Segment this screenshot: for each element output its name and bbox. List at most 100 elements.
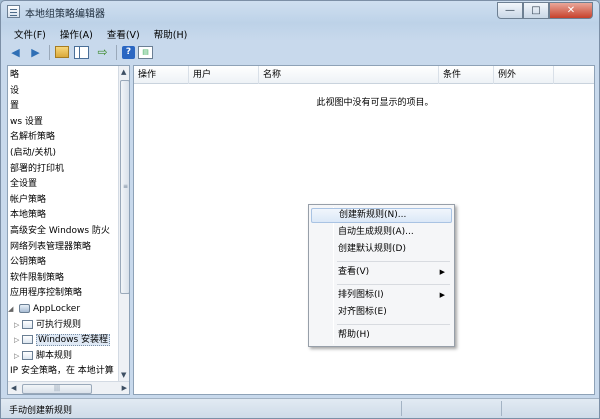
tree-item-label: 全设置 [10, 179, 38, 190]
grip-icon: ≡ [123, 183, 129, 190]
show-hide-tree-icon[interactable] [74, 45, 89, 59]
tree-item[interactable]: 本地策略 [8, 208, 118, 224]
tree-item[interactable]: 名解析策略 [8, 130, 118, 146]
expand-icon[interactable]: ▷ [14, 333, 22, 349]
tree-item-executable-rules[interactable]: ▷ 可执行规则 [8, 318, 118, 334]
menu-separator [337, 284, 450, 285]
tree-item[interactable]: 全设置 [8, 177, 118, 193]
collapse-icon[interactable]: ◢ [8, 302, 16, 318]
tree-item[interactable]: (启动/关机) [8, 146, 118, 162]
menu-view[interactable]: 查看(V) [100, 26, 147, 42]
folder-up-icon[interactable] [55, 46, 69, 58]
expand-icon[interactable]: ▷ [14, 349, 22, 365]
tree-item-label: AppLocker [33, 303, 81, 314]
tree-item[interactable]: 网络列表管理器策略 [8, 240, 118, 256]
group-policy-editor-window: 本地组策略编辑器 — □ ✕ 文件(F) 操作(A) 查看(V) 帮助(H) ◀… [0, 0, 600, 419]
submenu-arrow-icon: ▶ [439, 291, 445, 299]
rule-collection-icon [22, 335, 33, 345]
tree-item-ip-security[interactable]: IP 安全策略，在 本地计算 [8, 364, 118, 380]
tree-item-label: 名解析策略 [10, 132, 56, 143]
tree-list: 略 设 置 ws 设置 名解析策略 (启动/关机) 部署的打印机 全设置 帐户策… [8, 68, 118, 380]
tree-item-label: 高级安全 Windows 防火 [10, 225, 110, 236]
menu-action[interactable]: 操作(A) [53, 26, 100, 42]
tree-item[interactable]: ws 设置 [8, 115, 118, 131]
scroll-up-icon[interactable]: ▲ [121, 68, 126, 76]
properties-icon[interactable]: ▤ [138, 45, 153, 59]
tree-item-label: 略 [10, 70, 20, 80]
tree-item-label: (启动/关机) [10, 147, 57, 158]
toolbar-separator [116, 44, 117, 60]
scroll-down-icon[interactable]: ▼ [121, 371, 126, 379]
tree-item[interactable]: 略 [8, 68, 118, 84]
expand-icon[interactable]: ▷ [14, 318, 22, 334]
tree-item-label: ws 设置 [10, 116, 43, 127]
tree-item-label: 本地策略 [10, 210, 47, 221]
menu-item-arrange-icons[interactable]: 排列图标(I) ▶ [311, 288, 452, 303]
close-button[interactable]: ✕ [549, 2, 593, 19]
menu-separator [337, 324, 450, 325]
tree-item-label: 可执行规则 [36, 319, 82, 330]
rule-collection-icon [22, 319, 33, 329]
tree-item[interactable]: 设 [8, 84, 118, 100]
applocker-icon [19, 303, 30, 313]
tree-horizontal-scrollbar[interactable]: ◀ ||| ▶ [8, 381, 129, 394]
menu-item-auto-generate-rules[interactable]: 自动生成规则(A)... [311, 225, 452, 240]
app-icon [7, 5, 20, 18]
toolbar: ◀ ▶ ⇨ ? ▤ [7, 42, 156, 62]
tree-item-label: 脚本规则 [36, 350, 73, 361]
status-divider [401, 401, 402, 416]
tree-item-script-rules[interactable]: ▷ 脚本规则 [8, 349, 118, 365]
tree-item[interactable]: 高级安全 Windows 防火 [8, 224, 118, 240]
menu-item-view[interactable]: 查看(V) ▶ [311, 265, 452, 280]
context-menu: 创建新规则(N)... 自动生成规则(A)... 创建默认规则(D) 查看(V)… [308, 204, 455, 347]
tree-item-label: 部署的打印机 [10, 163, 65, 174]
tree-item-label: 公钥策略 [10, 257, 47, 268]
tree-item[interactable]: 部署的打印机 [8, 162, 118, 178]
tree-item[interactable]: 应用程序控制策略 [8, 286, 118, 302]
menu-separator [337, 261, 450, 262]
help-icon[interactable]: ? [122, 45, 135, 59]
maximize-button[interactable]: □ [523, 2, 549, 19]
menu-item-create-default-rules[interactable]: 创建默认规则(D) [311, 242, 452, 257]
window-title: 本地组策略编辑器 [25, 9, 105, 20]
menu-help[interactable]: 帮助(H) [147, 26, 195, 42]
tree-item-label: 网络列表管理器策略 [10, 241, 92, 252]
scroll-thumb[interactable]: ||| [22, 384, 92, 394]
tree-item-label: 置 [10, 101, 20, 112]
column-header-condition[interactable]: 条件 [439, 66, 494, 84]
tree-item-label: 软件限制策略 [10, 272, 65, 283]
scroll-left-icon[interactable]: ◀ [11, 384, 16, 392]
column-header-name[interactable]: 名称 [259, 66, 439, 84]
tree-item-windows-installer-rules[interactable]: ▷ Windows 安装程 [8, 333, 118, 349]
window-controls: — □ ✕ [497, 2, 593, 19]
rule-collection-icon [22, 350, 33, 360]
export-list-icon[interactable]: ⇨ [94, 44, 111, 60]
scroll-right-icon[interactable]: ▶ [122, 384, 127, 392]
minimize-button[interactable]: — [497, 2, 523, 19]
menu-item-align-icons[interactable]: 对齐图标(E) [311, 305, 452, 320]
menu-item-label: 查看(V) [338, 267, 370, 277]
column-header-user[interactable]: 用户 [189, 66, 259, 84]
status-divider [501, 401, 502, 416]
menu-item-help[interactable]: 帮助(H) [311, 328, 452, 343]
tree-vertical-scrollbar[interactable]: ▲ ≡ ▼ [118, 66, 129, 381]
forward-arrow-icon[interactable]: ▶ [27, 44, 44, 60]
column-header-row: 操作 用户 名称 条件 例外 [134, 66, 594, 84]
back-arrow-icon[interactable]: ◀ [7, 44, 24, 60]
tree-item[interactable]: 软件限制策略 [8, 271, 118, 287]
column-header-action[interactable]: 操作 [134, 66, 189, 84]
status-bar: 手动创建新规则 [1, 398, 599, 418]
tree-item[interactable]: 公钥策略 [8, 255, 118, 271]
column-header-exceptions[interactable]: 例外 [494, 66, 554, 84]
menu-item-create-new-rule[interactable]: 创建新规则(N)... [311, 208, 452, 223]
tree-item-applocker[interactable]: ◢ AppLocker [8, 302, 118, 318]
scroll-thumb[interactable]: ≡ [120, 80, 129, 294]
tree-item-label: 帐户策略 [10, 194, 47, 205]
tree-item[interactable]: 帐户策略 [8, 193, 118, 209]
menu-bar: 文件(F) 操作(A) 查看(V) 帮助(H) [7, 26, 194, 42]
menu-file[interactable]: 文件(F) [7, 26, 53, 42]
tree-item[interactable]: 置 [8, 99, 118, 115]
status-text: 手动创建新规则 [9, 406, 73, 416]
toolbar-separator [49, 44, 50, 60]
title-bar[interactable]: 本地组策略编辑器 — □ ✕ [1, 1, 599, 23]
